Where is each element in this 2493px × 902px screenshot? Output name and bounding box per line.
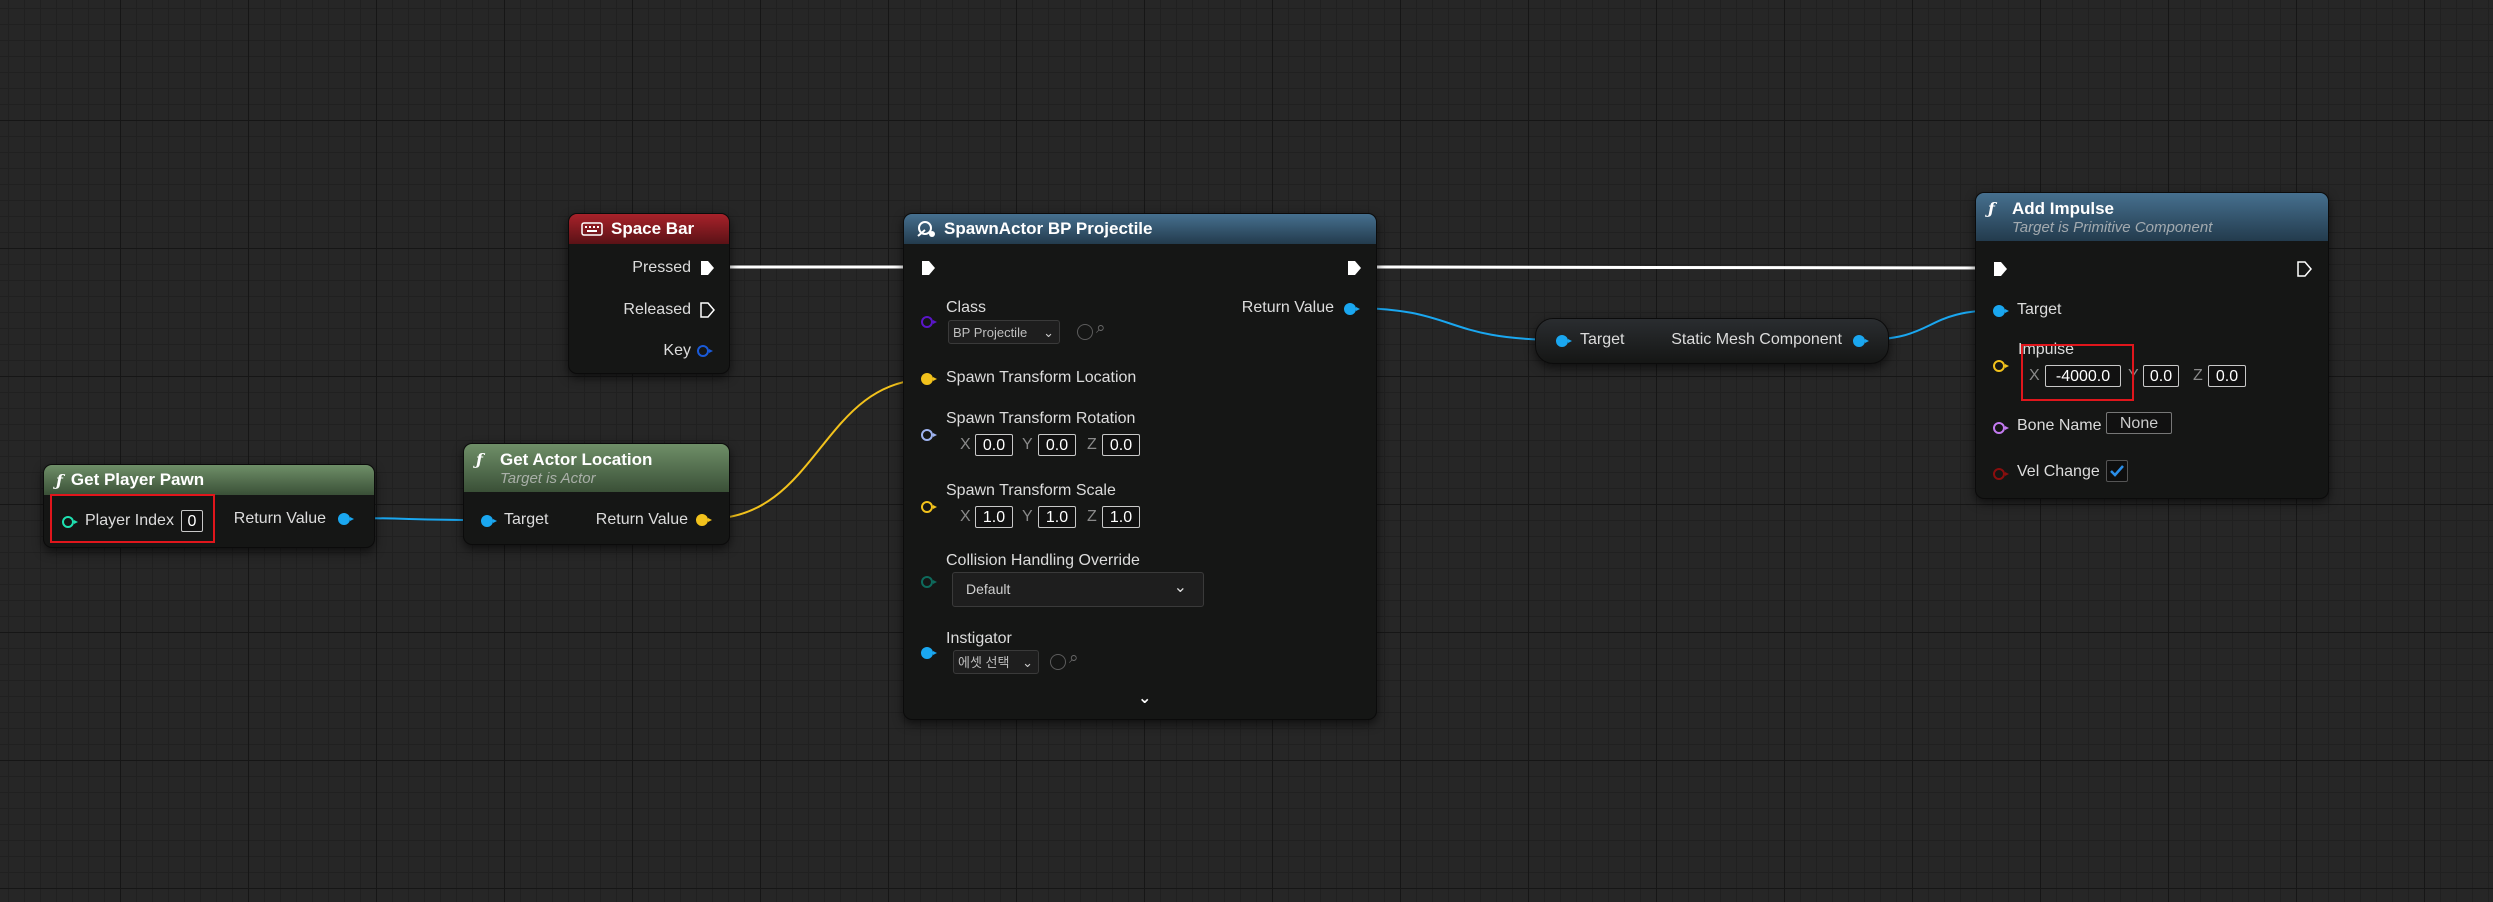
spawn-location-pin[interactable] [921,373,937,385]
impulse-y-field[interactable]: 0.0 [2143,365,2179,387]
spawn-actor-node[interactable]: SpawnActor BP Projectile Class BP Projec… [903,213,1377,720]
instigator-dropdown[interactable]: 에셋 선택 ⌄ [953,650,1039,674]
chevron-down-icon: ⌄ [1043,325,1054,340]
browse-search-icon[interactable]: ⌕ [1096,318,1106,338]
wire-return-to-mesh-target [1349,307,1563,341]
collision-label: Collision Handling Override [946,552,1140,569]
instigator-pin[interactable] [921,647,937,659]
vel-change-label: Vel Change [2017,463,2100,480]
axis-x-label: X [960,436,971,453]
axis-z-label: Z [2193,367,2203,384]
rotation-y-field[interactable]: 0.0 [1038,434,1076,456]
return-value-label: Return Value [1241,299,1334,316]
scale-y-field[interactable]: 1.0 [1038,506,1076,528]
space-bar-header[interactable]: Space Bar [569,214,729,244]
class-label: Class [946,299,987,316]
output-label: Static Mesh Component [1671,331,1842,348]
spawn-rotation-pin[interactable] [921,429,937,441]
instigator-value: 에셋 선택 [958,655,1010,670]
axis-z-label: Z [1087,436,1097,453]
node-title: Get Actor Location [500,449,653,469]
pin-label-key: Key [663,342,691,359]
exec-pin-in[interactable] [1992,261,2008,277]
return-value-pin[interactable] [1344,303,1360,315]
bone-name-label: Bone Name [2017,417,2102,434]
return-value-pin[interactable] [696,514,712,526]
exec-pin-out[interactable] [1346,260,1362,276]
pin-label-released: Released [623,301,691,318]
target-label: Target [2017,301,2062,318]
key-pin[interactable] [697,345,713,357]
checkmark-icon [2110,465,2124,477]
pin-label-pressed: Pressed [632,259,691,276]
bone-name-field[interactable]: None [2106,412,2172,434]
function-icon: ƒ [476,450,483,469]
spawn-scale-pin[interactable] [921,501,937,513]
axis-x-label: X [960,508,971,525]
node-title: SpawnActor BP Projectile [944,219,1153,238]
spawn-scale-label: Spawn Transform Scale [946,482,1116,499]
instigator-label: Instigator [946,630,1012,647]
static-mesh-component-node[interactable]: Target Static Mesh Component [1535,318,1889,364]
output-pin[interactable] [1853,335,1869,347]
function-icon: ƒ [1988,199,1995,218]
axis-y-label: Y [1022,508,1033,525]
target-label: Target [1580,331,1625,348]
wire-location-to-spawn [706,378,931,520]
collision-value: Default [966,581,1011,597]
vel-change-checkbox[interactable] [2106,460,2128,482]
add-impulse-header[interactable]: ƒ Add Impulse Target is Primitive Compon… [1976,193,2328,241]
rotation-x-field[interactable]: 0.0 [975,434,1013,456]
impulse-z-field[interactable]: 0.0 [2208,365,2246,387]
target-label: Target [504,511,549,528]
node-subtitle: Target is Primitive Component [2012,218,2213,236]
exec-pin-released[interactable] [699,302,715,318]
spawn-location-label: Spawn Transform Location [946,369,1137,386]
use-selected-icon[interactable] [1050,654,1066,670]
return-value-label: Return Value [233,510,326,527]
function-icon: ƒ [56,470,63,490]
get-actor-location-header[interactable]: ƒ Get Actor Location Target is Actor [464,444,729,492]
browse-search-icon[interactable]: ⌕ [1069,648,1079,668]
rotation-z-field[interactable]: 0.0 [1102,434,1140,456]
impulse-x-highlight [2021,344,2134,401]
target-pin[interactable] [481,515,497,527]
class-pin[interactable] [921,316,937,328]
impulse-pin[interactable] [1993,360,2009,372]
exec-wire-spawn-to-impulse [1361,265,1991,270]
collision-dropdown[interactable]: Default ⌄ [952,572,1204,607]
space-bar-node[interactable]: Space Bar Pressed Released Key [568,213,730,374]
target-pin[interactable] [1556,335,1572,347]
expand-chevron-icon[interactable]: ⌄ [1138,688,1151,708]
return-value-label: Return Value [595,511,688,528]
bone-name-pin[interactable] [1993,422,2009,434]
node-title: Get Player Pawn [70,470,205,489]
node-title: Add Impulse [2012,198,2115,218]
chevron-down-icon: ⌄ [1022,655,1033,670]
spawn-icon [917,221,935,237]
scale-z-field[interactable]: 1.0 [1102,506,1140,528]
node-subtitle: Target is Actor [500,469,596,487]
node-title: Space Bar [611,219,695,238]
axis-z-label: Z [1087,508,1097,525]
axis-y-label: Y [1022,436,1033,453]
spawn-actor-header[interactable]: SpawnActor BP Projectile [904,214,1376,244]
class-dropdown[interactable]: BP Projectile ⌄ [948,320,1060,344]
target-pin[interactable] [1993,305,2009,317]
exec-pin-in[interactable] [920,260,936,276]
use-selected-icon[interactable] [1077,324,1093,340]
vel-change-pin[interactable] [1993,468,2009,480]
scale-x-field[interactable]: 1.0 [975,506,1013,528]
player-index-highlight [50,494,215,543]
exec-pin-out[interactable] [2296,261,2312,277]
chevron-down-icon: ⌄ [1173,579,1187,596]
keyboard-icon [581,222,603,236]
return-value-pin[interactable] [338,513,354,525]
spawn-rotation-label: Spawn Transform Rotation [946,410,1136,427]
get-actor-location-node[interactable]: ƒ Get Actor Location Target is Actor Tar… [463,443,730,545]
get-player-pawn-header[interactable]: ƒ Get Player Pawn [44,465,374,495]
exec-pin-pressed[interactable] [699,260,715,276]
collision-pin[interactable] [921,576,937,588]
class-value: BP Projectile [953,325,1028,340]
